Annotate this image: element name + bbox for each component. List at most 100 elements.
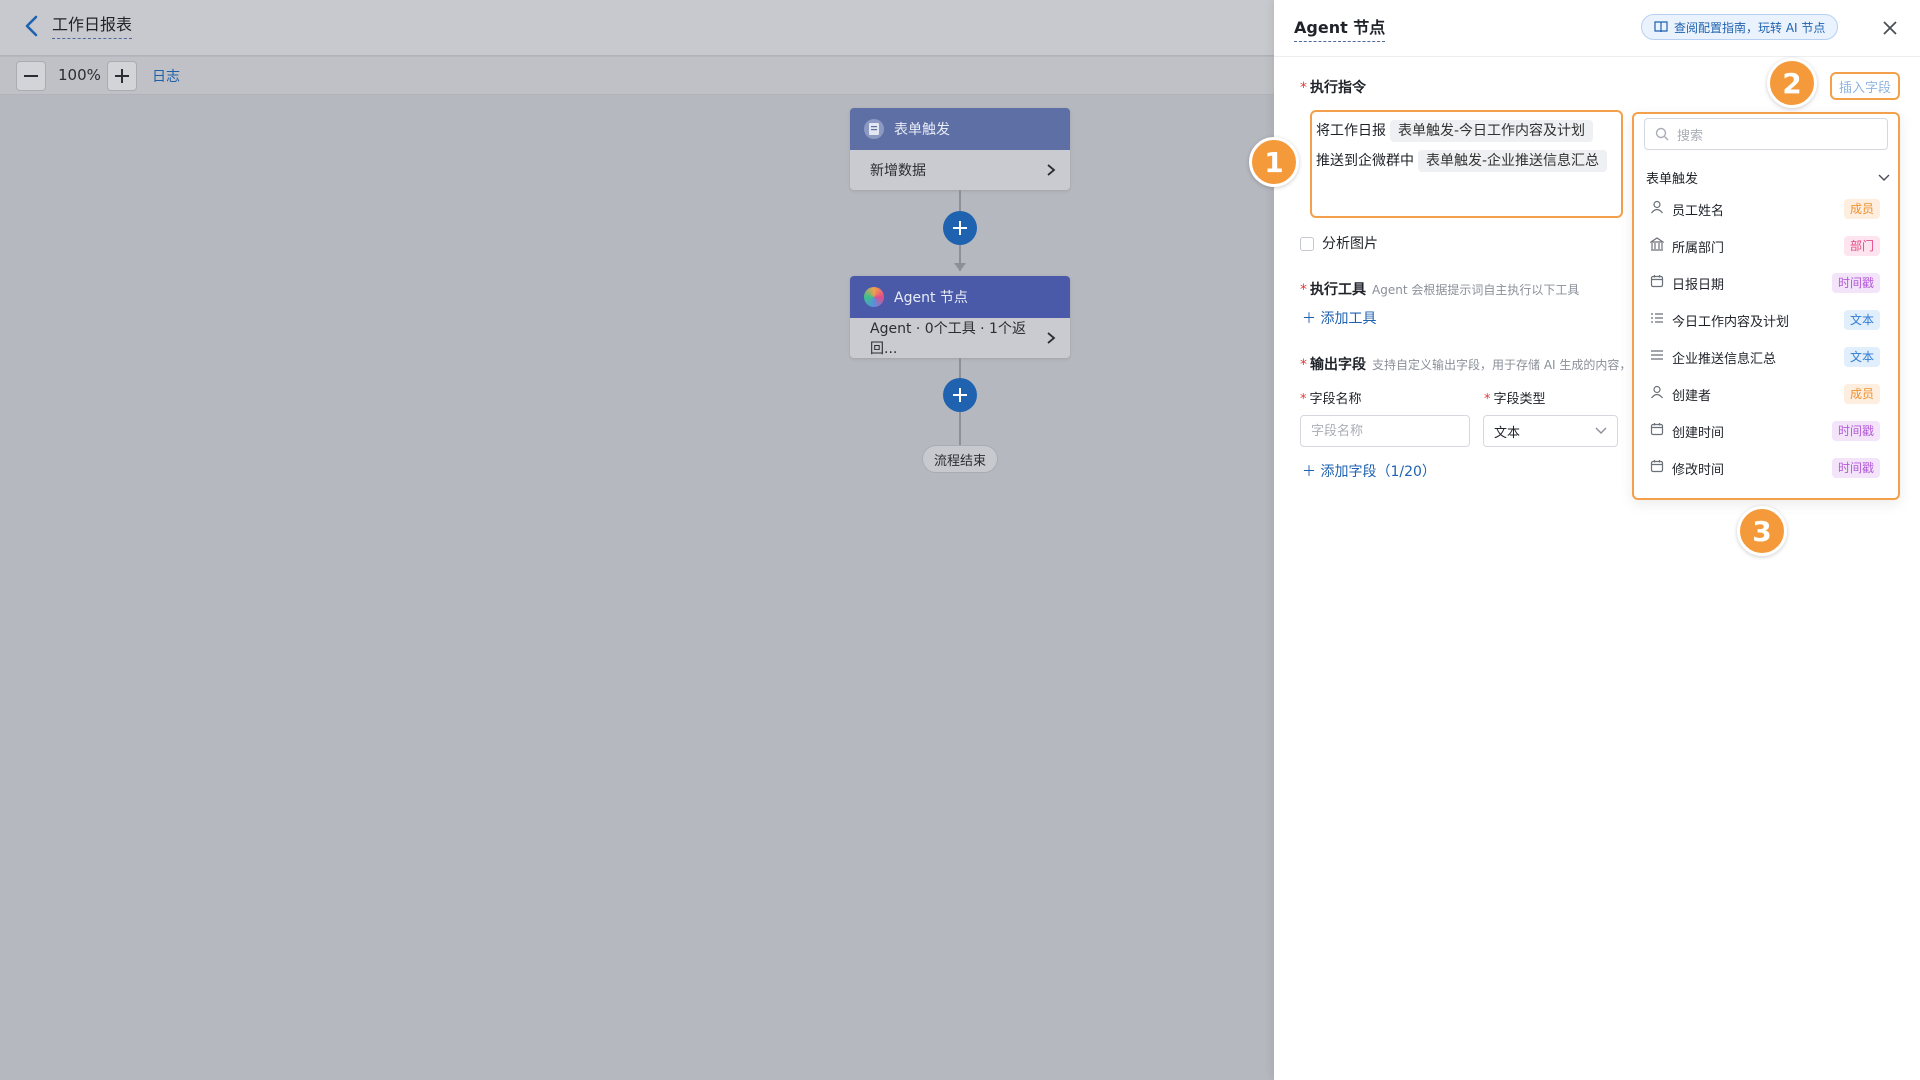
analyze-image-checkbox[interactable] (1300, 237, 1314, 251)
calendar-icon (1650, 274, 1672, 292)
trigger-node-title: 表单触发 (894, 122, 950, 138)
add-node-button[interactable] (943, 378, 977, 412)
tools-label: * 执行工具 Agent 会根据提示词自主执行以下工具 (1300, 282, 1580, 298)
tools-hint: Agent 会根据提示词自主执行以下工具 (1372, 283, 1580, 297)
field-option-label: 企业推送信息汇总 (1672, 351, 1777, 367)
app-title[interactable]: 工作日报表 (52, 14, 133, 39)
calendar-icon (1650, 459, 1672, 477)
analyze-image-label: 分析图片 (1322, 236, 1378, 252)
person-icon (1650, 385, 1672, 403)
panel-title: Agent 节点 (1294, 18, 1386, 42)
field-type-badge: 时间戳 (1831, 458, 1880, 478)
field-option-item[interactable]: 企业推送信息汇总 文本 (1640, 342, 1888, 372)
field-type-badge: 成员 (1843, 199, 1880, 219)
field-option-item[interactable]: 创建时间 时间戳 (1640, 416, 1888, 446)
zoom-in-button[interactable] (107, 61, 137, 91)
field-option-item[interactable]: 日报日期 时间戳 (1640, 268, 1888, 298)
instruction-editor[interactable]: 将工作日报 表单触发-今日工作内容及计划 推送到企微群中 表单触发-企业推送信息汇总 (1310, 110, 1623, 218)
zoom-level: 100% (58, 66, 101, 84)
log-link[interactable]: 日志 (152, 66, 180, 86)
agent-node-subtitle: Agent · 0个工具 · 1个返回... (870, 321, 1026, 357)
add-tool-button[interactable]: ＋ 添加工具 (1302, 308, 1376, 328)
plus-icon: ＋ (1302, 464, 1316, 480)
insert-field-button[interactable]: 插入字段 (1830, 72, 1900, 100)
list-icon (1650, 311, 1672, 329)
agent-node[interactable]: Agent 节点 Agent · 0个工具 · 1个返回... (850, 276, 1070, 358)
search-icon (1655, 127, 1669, 141)
arrow-down-icon (954, 263, 966, 271)
top-bar: 工作日报表 (0, 0, 1274, 56)
panel-header-divider (1274, 56, 1920, 57)
back-arrow-icon[interactable] (22, 14, 42, 38)
field-type-value: 文本 (1494, 425, 1521, 441)
minus-icon (24, 75, 38, 77)
field-option-label: 创建者 (1672, 388, 1712, 404)
plus-icon (115, 69, 129, 83)
field-type-select[interactable]: 文本 (1483, 415, 1618, 447)
zoom-out-button[interactable] (16, 61, 46, 91)
form-icon (864, 119, 884, 139)
field-type-badge: 时间戳 (1831, 421, 1880, 441)
add-node-button[interactable] (943, 211, 977, 245)
instruction-line-1: 将工作日报 表单触发-今日工作内容及计划 (1316, 116, 1617, 146)
agent-node-body: Agent · 0个工具 · 1个返回... (850, 318, 1070, 358)
agent-node-title: Agent 节点 (894, 290, 968, 306)
field-option-item[interactable]: 员工姓名 成员 (1640, 194, 1888, 224)
field-option-label: 修改时间 (1672, 462, 1725, 478)
field-option-label: 所属部门 (1672, 240, 1725, 256)
person-icon (1650, 200, 1672, 218)
field-option-label: 员工姓名 (1672, 203, 1725, 219)
field-option-label: 创建时间 (1672, 425, 1725, 441)
step-marker-2: 2 (1767, 58, 1817, 108)
plus-icon (953, 221, 967, 235)
instruction-line-2: 推送到企微群中 表单触发-企业推送信息汇总 (1316, 146, 1617, 176)
field-type-badge: 部门 (1843, 236, 1880, 256)
trigger-node-subtitle: 新增数据 (870, 163, 926, 179)
field-tag[interactable]: 表单触发-今日工作内容及计划 (1390, 120, 1594, 142)
zoom-toolbar: 100% 日志 (0, 57, 1274, 95)
agent-config-panel: Agent 节点 查阅配置指南，玩转 AI 节点 * 执行指令 插入字段 将工作日… (1249, 0, 1920, 1080)
lines-icon (1650, 348, 1672, 366)
agent-node-header: Agent 节点 (850, 276, 1070, 318)
config-guide-label: 查阅配置指南，玩转 AI 节点 (1674, 20, 1826, 35)
chevron-right-icon (1047, 164, 1056, 176)
plus-icon (953, 388, 967, 402)
calendar-icon (1650, 422, 1672, 440)
agent-icon (864, 287, 884, 307)
trigger-node[interactable]: 表单触发 新增数据 (850, 108, 1070, 190)
book-icon (1654, 21, 1668, 33)
field-option-item[interactable]: 所属部门 部门 (1640, 231, 1888, 261)
plus-icon: ＋ (1302, 311, 1316, 327)
field-type-badge: 文本 (1843, 347, 1880, 367)
chevron-right-icon (1047, 332, 1056, 344)
trigger-node-header: 表单触发 (850, 108, 1070, 150)
output-label: * 输出字段 支持自定义输出字段，用于存储 AI 生成的内容， (1300, 357, 1630, 373)
insert-field-dropdown: 搜索 表单触发 员工姓名 成员 所属部门 部门 日报日期 时间戳 今日工作内容及计划 文本 企业… (1632, 112, 1900, 500)
instruction-label: * 执行指令 (1300, 80, 1366, 96)
step-marker-1: 1 (1249, 137, 1299, 187)
field-name-label: * 字段名称 (1300, 392, 1362, 407)
field-option-item[interactable]: 修改时间 时间戳 (1640, 453, 1888, 483)
field-option-label: 今日工作内容及计划 (1672, 314, 1790, 330)
trigger-node-body: 新增数据 (850, 150, 1070, 190)
field-option-label: 日报日期 (1672, 277, 1725, 293)
config-guide-button[interactable]: 查阅配置指南，玩转 AI 节点 (1641, 14, 1839, 40)
field-type-label: * 字段类型 (1484, 392, 1546, 407)
dropdown-group-header[interactable]: 表单触发 (1646, 168, 1890, 187)
field-type-badge: 文本 (1843, 310, 1880, 330)
step-marker-3: 3 (1737, 506, 1787, 556)
dropdown-search-input[interactable]: 搜索 (1644, 118, 1888, 150)
field-option-item[interactable]: 创建者 成员 (1640, 379, 1888, 409)
field-type-badge: 成员 (1843, 384, 1880, 404)
building-icon (1649, 237, 1672, 255)
flow-end-node: 流程结束 (922, 445, 998, 473)
field-name-input[interactable] (1300, 415, 1470, 447)
add-field-button[interactable]: ＋ 添加字段（1/20） (1302, 461, 1436, 481)
field-option-item[interactable]: 今日工作内容及计划 文本 (1640, 305, 1888, 335)
output-hint: 支持自定义输出字段，用于存储 AI 生成的内容， (1372, 358, 1630, 372)
chevron-down-icon (1595, 427, 1607, 434)
field-type-badge: 时间戳 (1831, 273, 1880, 293)
field-tag[interactable]: 表单触发-企业推送信息汇总 (1418, 150, 1608, 172)
chevron-down-icon (1878, 174, 1890, 181)
close-icon[interactable] (1880, 18, 1900, 38)
